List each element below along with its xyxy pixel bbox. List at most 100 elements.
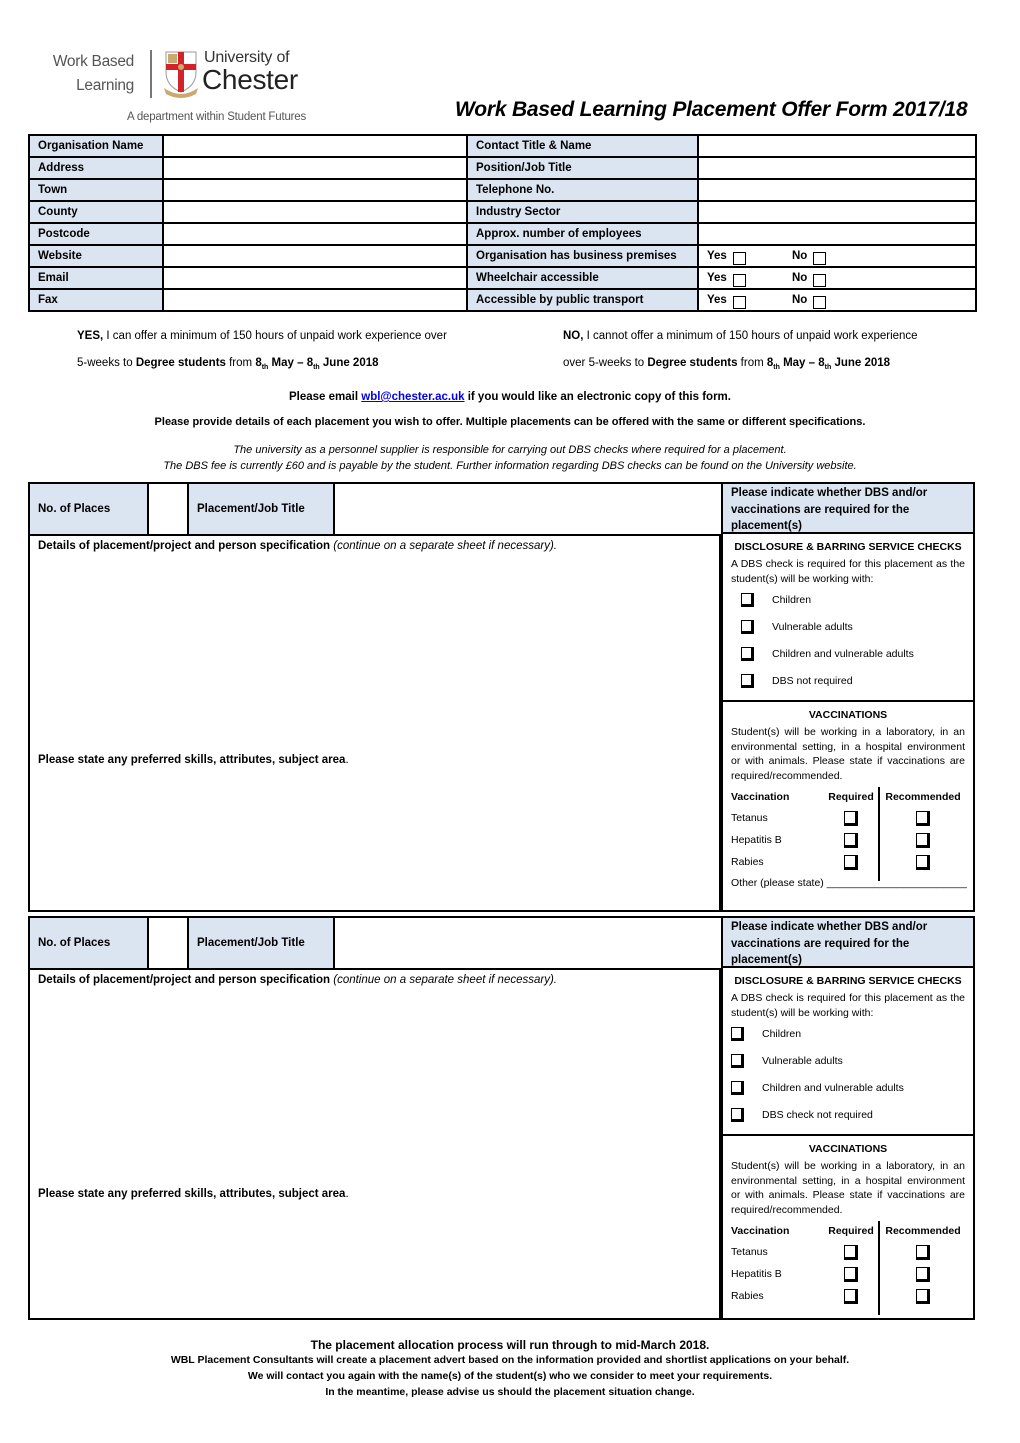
email-link[interactable]: wbl@chester.ac.uk <box>361 391 464 403</box>
job-title-input[interactable] <box>335 918 723 968</box>
offer-no-sup1: th <box>773 364 780 371</box>
university-logo: Work Based Learning University of Cheste… <box>40 48 330 128</box>
form-title: Work Based Learning Placement Offer Form… <box>455 98 968 121</box>
vaccinations-section: VACCINATIONS Student(s) will be working … <box>721 1136 975 1320</box>
dbs-option: Children and vulnerable adults <box>731 640 965 667</box>
dbs-checkbox[interactable] <box>741 619 754 634</box>
org-table-row: Organisation Name Contact Title & Name <box>28 134 977 158</box>
dbs-option-label: DBS check not required <box>762 1108 873 1121</box>
logo-divider <box>150 50 152 98</box>
dbs-title: DISCLOSURE & BARRING SERVICE CHECKS <box>734 975 962 987</box>
org-label: Wheelchair accessible <box>466 266 699 290</box>
yes-checkbox[interactable] <box>733 252 746 265</box>
vaccination-name: Tetanus <box>731 812 768 824</box>
skills-label: Please state any preferred skills, attri… <box>38 754 349 766</box>
dbs-checkbox[interactable] <box>731 1107 744 1122</box>
org-input-field[interactable] <box>162 134 468 158</box>
required-checkbox[interactable] <box>844 810 858 826</box>
org-input-field[interactable] <box>162 244 468 268</box>
offer-no-line1: I cannot offer a minimum of 150 hours of… <box>583 330 918 342</box>
required-checkbox[interactable] <box>844 1288 858 1304</box>
org-table-row: Address Position/Job Title <box>28 156 977 180</box>
vaccinations-section: VACCINATIONS Student(s) will be working … <box>721 702 975 912</box>
org-table-row: Website Organisation has business premise… <box>28 244 977 268</box>
org-input-field[interactable] <box>697 200 977 224</box>
offer-yes-line2-pre: 5-weeks to <box>77 357 136 369</box>
org-table-row: Fax Accessible by public transport Yes No <box>28 288 977 312</box>
org-label: Town <box>28 178 164 202</box>
org-input-field[interactable] <box>697 222 977 246</box>
required-checkbox[interactable] <box>844 854 858 870</box>
job-title-input[interactable] <box>335 484 723 534</box>
placement-details-area[interactable]: No. of Places Placement/Job Title Detail… <box>28 482 723 912</box>
no-of-places-input[interactable] <box>149 918 189 968</box>
org-label: County <box>28 200 164 224</box>
dbs-option: Children <box>731 586 965 613</box>
org-input-field[interactable] <box>162 222 468 246</box>
wbl-line2: Learning <box>76 77 134 94</box>
skills-label-text: Please state any preferred skills, attri… <box>38 1188 346 1200</box>
footer-line1: The placement allocation process will ru… <box>310 1338 710 1352</box>
job-title-label: Placement/Job Title <box>189 484 335 534</box>
yes-checkbox[interactable] <box>733 274 746 287</box>
no-of-places-input[interactable] <box>149 484 189 534</box>
recommended-checkbox[interactable] <box>916 1288 930 1304</box>
dbs-checkbox[interactable] <box>741 646 754 661</box>
dbs-text: A DBS check is required for this placeme… <box>731 992 965 1019</box>
required-checkbox[interactable] <box>844 832 858 848</box>
footer-line4: In the meantime, please advise us should… <box>325 1386 695 1398</box>
org-input-field[interactable] <box>162 200 468 224</box>
recommended-checkbox[interactable] <box>916 810 930 826</box>
vaccination-row: Tetanus <box>731 1241 965 1263</box>
org-input-field[interactable] <box>697 134 977 158</box>
org-input-field[interactable] <box>162 178 468 202</box>
vaccination-header-row: Vaccination Required Recommended <box>731 787 965 807</box>
required-checkbox[interactable] <box>844 1266 858 1282</box>
recommended-header: Recommended <box>885 1225 961 1237</box>
org-input-field[interactable] <box>162 266 468 290</box>
vaccination-header: Vaccination <box>731 1225 790 1237</box>
offer-yes-lead: YES, <box>77 330 104 342</box>
org-input-field[interactable] <box>697 156 977 180</box>
footer-line2: WBL Placement Consultants will create a … <box>170 1354 850 1366</box>
university-name-line2: Chester <box>202 64 298 95</box>
recommended-checkbox[interactable] <box>916 832 930 848</box>
dbs-option: DBS check not required <box>731 1101 965 1128</box>
vaccination-name: Rabies <box>731 1290 764 1302</box>
vaccination-header-row: Vaccination Required Recommended <box>731 1221 965 1241</box>
recommended-checkbox[interactable] <box>916 854 930 870</box>
dbs-option-label: Children and vulnerable adults <box>772 647 914 660</box>
dbs-checkbox[interactable] <box>741 592 754 607</box>
org-table-row: County Industry Sector <box>28 200 977 224</box>
org-input-field[interactable] <box>162 156 468 180</box>
no-checkbox[interactable] <box>813 252 826 265</box>
required-checkbox[interactable] <box>844 1244 858 1260</box>
vaccination-row: Tetanus <box>731 807 965 829</box>
org-input-field[interactable] <box>697 178 977 202</box>
dbs-checkbox[interactable] <box>731 1053 744 1068</box>
skills-label: Please state any preferred skills, attri… <box>38 1188 349 1200</box>
no-checkbox[interactable] <box>813 274 826 287</box>
org-input-field[interactable] <box>162 288 468 312</box>
skills-label-text: Please state any preferred skills, attri… <box>38 754 346 766</box>
recommended-checkbox[interactable] <box>916 1244 930 1260</box>
yes-checkbox[interactable] <box>733 296 746 309</box>
recommended-checkbox[interactable] <box>916 1266 930 1282</box>
dbs-info-line1: The university as a personnel supplier i… <box>233 444 787 456</box>
placement-details-area[interactable]: No. of Places Placement/Job Title Detail… <box>28 916 723 1320</box>
vaccinations-title: VACCINATIONS <box>808 1143 888 1155</box>
dbs-checkbox[interactable] <box>731 1026 744 1041</box>
org-label: Approx. number of employees <box>466 222 699 246</box>
org-label: Fax <box>28 288 164 312</box>
offer-no-lead: NO, <box>563 330 584 342</box>
vaccination-row: Rabies <box>731 851 965 873</box>
org-label: Contact Title & Name <box>466 134 699 158</box>
no-checkbox[interactable] <box>813 296 826 309</box>
other-vaccination-field[interactable]: Other (please state) ___________________… <box>731 877 967 889</box>
offer-yes-statement[interactable]: YES, I can offer a minimum of 150 hours … <box>77 323 447 381</box>
offer-no-statement[interactable]: NO, I cannot offer a minimum of 150 hour… <box>563 323 918 381</box>
dbs-checkbox[interactable] <box>741 673 754 688</box>
vaccination-name: Hepatitis B <box>731 1268 782 1280</box>
org-label: Accessible by public transport <box>466 288 699 312</box>
dbs-checkbox[interactable] <box>731 1080 744 1095</box>
